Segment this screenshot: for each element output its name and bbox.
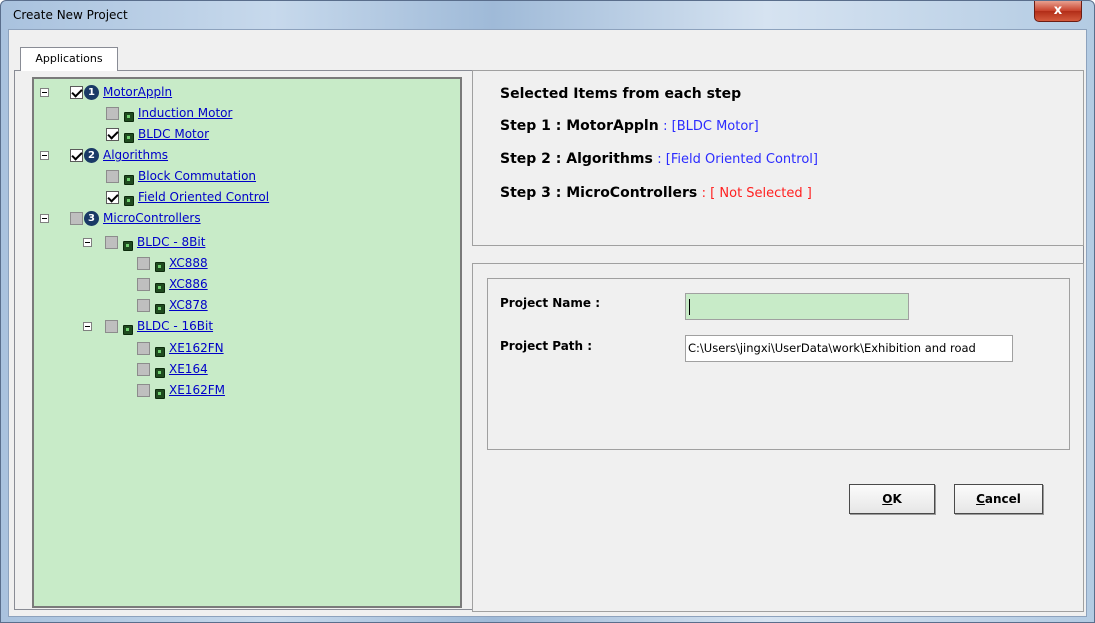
step-1-label: Step 1 : MotorAppln: [500, 118, 659, 134]
project-path-input[interactable]: C:\Users\jingxi\UserData\work\Exhibition…: [685, 335, 1013, 362]
cancel-label-rest: ancel: [984, 492, 1021, 506]
collapse-icon[interactable]: [83, 321, 92, 331]
cancel-button[interactable]: Cancel: [954, 484, 1043, 514]
checkbox-xc888[interactable]: [137, 256, 150, 270]
ok-button[interactable]: OK: [849, 484, 935, 514]
project-path-label: Project Path :: [500, 339, 593, 353]
title-bar[interactable]: Create New Project x: [1, 1, 1094, 29]
tree-label-microcontrollers[interactable]: MicroControllers: [103, 211, 201, 225]
tree-label-xe164[interactable]: XE164: [169, 362, 208, 376]
tree-label-xe162fm[interactable]: XE162FM: [169, 383, 225, 397]
close-button[interactable]: x: [1034, 1, 1082, 22]
tree-label-bldc-8bit[interactable]: BLDC - 8Bit: [137, 235, 205, 249]
tree-node-motorappln[interactable]: 1 MotorAppln: [40, 83, 172, 101]
project-name-input[interactable]: [685, 293, 909, 320]
chip-icon: [124, 174, 134, 185]
checkbox-algorithms[interactable]: [70, 148, 83, 162]
step-3-value: : [ Not Selected ]: [701, 186, 812, 201]
tree-node-xe162fm[interactable]: XE162FM: [137, 381, 225, 399]
ok-mnemonic: O: [882, 492, 893, 506]
tree-label-xc888[interactable]: XC888: [169, 256, 208, 270]
checkbox-induction-motor[interactable]: [106, 106, 119, 120]
collapse-icon[interactable]: [40, 213, 49, 223]
project-name-label: Project Name :: [500, 296, 600, 310]
tree-label-bldc-16bit[interactable]: BLDC - 16Bit: [137, 319, 213, 333]
tree-node-bldc-8bit[interactable]: BLDC - 8Bit: [83, 233, 205, 251]
chip-icon: [155, 261, 165, 272]
tree-label-field-oriented-control[interactable]: Field Oriented Control: [138, 190, 269, 204]
checkbox-field-oriented-control[interactable]: [106, 190, 119, 204]
tree-node-bldc-16bit[interactable]: BLDC - 16Bit: [83, 317, 213, 335]
step-number-icon: 1: [84, 84, 99, 100]
checkbox-bldc-8bit[interactable]: [105, 235, 118, 249]
chip-icon: [124, 111, 134, 122]
tree-label-xc878[interactable]: XC878: [169, 298, 208, 312]
tree-node-xe162fn[interactable]: XE162FN: [137, 339, 224, 357]
tree-label-xc886[interactable]: XC886: [169, 277, 208, 291]
text-caret: [689, 299, 690, 315]
chip-icon: [123, 240, 133, 251]
step-2-label: Step 2 : Algorithms: [500, 151, 653, 167]
checkbox-bldc-motor[interactable]: [106, 127, 119, 141]
tree-label-algorithms[interactable]: Algorithms: [103, 148, 168, 162]
tree-node-bldc-motor[interactable]: BLDC Motor: [106, 125, 209, 143]
chip-icon: [155, 282, 165, 293]
checkbox-xe164[interactable]: [137, 362, 150, 376]
tree-node-xe164[interactable]: XE164: [137, 360, 208, 378]
chip-icon: [124, 132, 134, 143]
chip-icon: [123, 324, 133, 335]
tree-label-motorappln[interactable]: MotorAppln: [103, 85, 172, 99]
step-3-label: Step 3 : MicroControllers: [500, 185, 698, 201]
tree-node-xc878[interactable]: XC878: [137, 296, 208, 314]
step-1-value: : [BLDC Motor]: [663, 119, 759, 134]
checkbox-bldc-16bit[interactable]: [105, 319, 118, 333]
step-3-summary: Step 3 : MicroControllers : [ Not Select…: [500, 185, 812, 201]
tree-node-block-commutation[interactable]: Block Commutation: [106, 167, 256, 185]
close-icon: x: [1053, 3, 1063, 18]
tree-node-microcontrollers[interactable]: 3 MicroControllers: [40, 209, 201, 227]
cancel-mnemonic: C: [976, 492, 985, 506]
chip-icon: [155, 388, 165, 399]
checkbox-block-commutation[interactable]: [106, 169, 119, 183]
ok-label-rest: K: [892, 492, 902, 506]
tree-label-block-commutation[interactable]: Block Commutation: [138, 169, 256, 183]
checkbox-xc886[interactable]: [137, 277, 150, 291]
collapse-icon[interactable]: [83, 237, 92, 247]
tree-node-induction-motor[interactable]: Induction Motor: [106, 104, 232, 122]
chip-icon: [155, 367, 165, 378]
tree-node-field-oriented-control[interactable]: Field Oriented Control: [106, 188, 269, 206]
chip-icon: [155, 303, 165, 314]
checkbox-xc878[interactable]: [137, 298, 150, 312]
step-2-summary: Step 2 : Algorithms : [Field Oriented Co…: [500, 151, 818, 167]
tree-node-xc886[interactable]: XC886: [137, 275, 208, 293]
collapse-icon[interactable]: [40, 87, 49, 97]
checkbox-motorappln[interactable]: [70, 85, 83, 99]
collapse-icon[interactable]: [40, 150, 49, 160]
step-number-icon: 3: [84, 210, 99, 226]
checkbox-microcontrollers[interactable]: [70, 211, 83, 225]
step-2-value: : [Field Oriented Control]: [657, 152, 818, 167]
chip-icon: [124, 195, 134, 206]
checkbox-xe162fm[interactable]: [137, 383, 150, 397]
step-number-icon: 2: [84, 147, 99, 163]
window-title: Create New Project: [13, 8, 128, 22]
step-1-summary: Step 1 : MotorAppln : [BLDC Motor]: [500, 118, 759, 134]
chip-icon: [155, 346, 165, 357]
tree-node-algorithms[interactable]: 2 Algorithms: [40, 146, 168, 164]
tree-label-xe162fn[interactable]: XE162FN: [169, 341, 224, 355]
checkbox-xe162fn[interactable]: [137, 341, 150, 355]
summary-heading: Selected Items from each step: [500, 86, 742, 102]
tree-label-induction-motor[interactable]: Induction Motor: [138, 106, 232, 120]
tree-node-xc888[interactable]: XC888: [137, 254, 208, 272]
tree-label-bldc-motor[interactable]: BLDC Motor: [138, 127, 209, 141]
tab-applications[interactable]: Applications: [20, 47, 118, 71]
